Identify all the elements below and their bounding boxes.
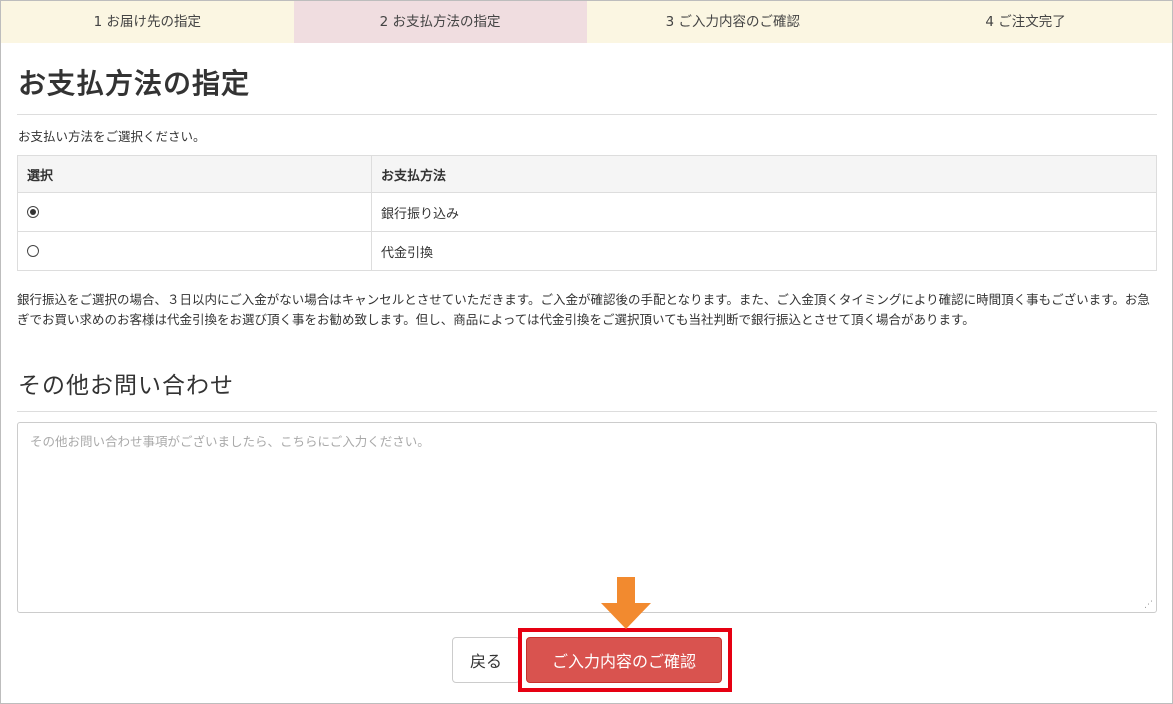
header-select: 選択 xyxy=(17,155,372,193)
select-cell xyxy=(17,231,372,271)
section-divider xyxy=(17,411,1157,412)
method-cell: 銀行振り込み xyxy=(371,192,1157,232)
step-payment: 2 お支払方法の指定 xyxy=(293,1,587,43)
step-complete: 4 ご注文完了 xyxy=(879,1,1172,43)
step-delivery: 1 お届け先の指定 xyxy=(1,1,294,43)
payment-notice: 銀行振込をご選択の場合、３日以内にご入金がない場合はキャンセルとさせていただきま… xyxy=(17,292,1150,327)
table-row[interactable]: 銀行振り込み xyxy=(17,192,1157,232)
page-title: お支払方法の指定 xyxy=(18,67,251,100)
step-confirm: 3 ご入力内容のご確認 xyxy=(586,1,880,43)
confirm-order-button[interactable]: ご入力内容のご確認 xyxy=(526,637,722,683)
intro-text: お支払い方法をご選択ください。 xyxy=(18,129,206,144)
radio-cash-on-delivery[interactable] xyxy=(27,245,39,257)
payment-method-table: 選択 お支払方法 銀行振り込み 代金引換 xyxy=(17,155,1157,271)
select-cell xyxy=(17,192,372,232)
table-header-row: 選択 お支払方法 xyxy=(17,155,1157,193)
table-row[interactable]: 代金引換 xyxy=(17,231,1157,271)
radio-bank-transfer[interactable] xyxy=(27,206,39,218)
checkout-steps: 1 お届け先の指定 2 お支払方法の指定 3 ご入力内容のご確認 4 ご注文完了 xyxy=(1,1,1172,43)
resize-grip-icon[interactable]: ⋰ xyxy=(1144,600,1154,610)
title-divider xyxy=(17,114,1157,115)
method-cell: 代金引換 xyxy=(371,231,1157,271)
header-method: お支払方法 xyxy=(371,155,1157,193)
inquiry-textarea[interactable] xyxy=(17,422,1157,613)
inquiry-title: その他お問い合わせ xyxy=(18,373,234,399)
back-button[interactable]: 戻る xyxy=(452,637,520,683)
down-arrow-icon xyxy=(601,577,651,629)
